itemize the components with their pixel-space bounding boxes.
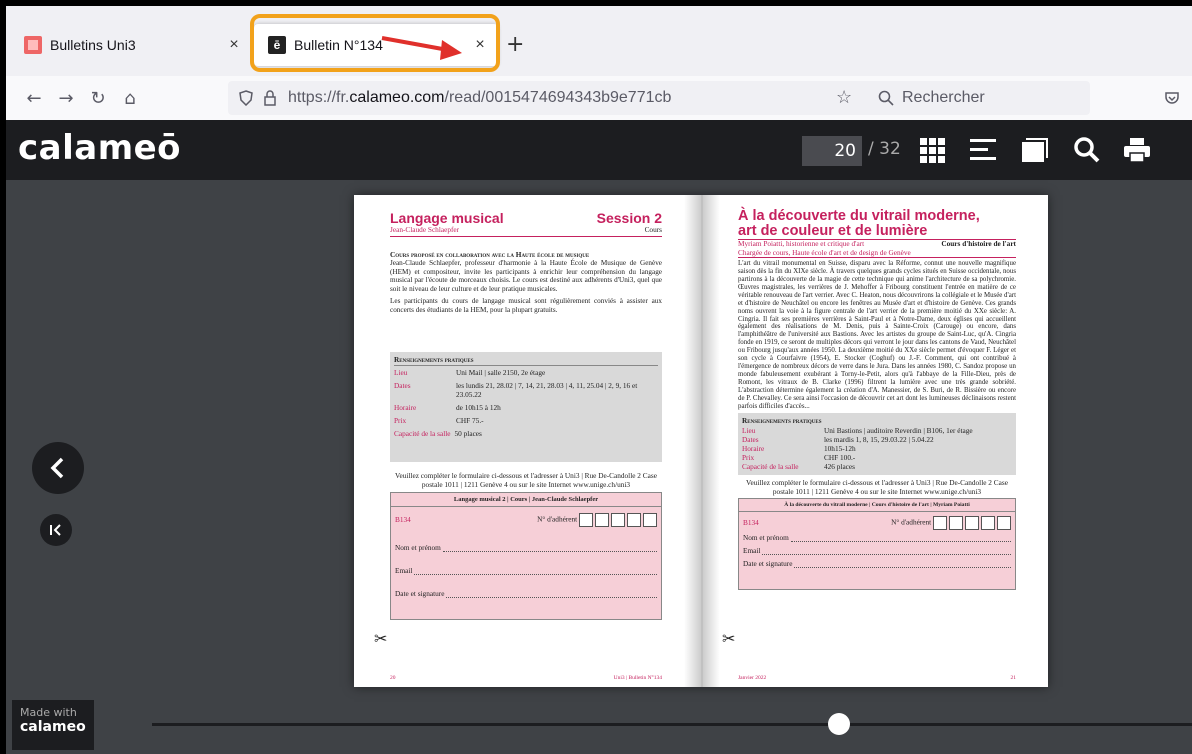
info-row: Prix CHF 100.-	[742, 453, 856, 462]
tab-title: Bulletins Uni3	[50, 37, 136, 53]
right-page: À la découverte du vitrail moderne, art …	[718, 195, 1048, 687]
tab-bulletins-uni3[interactable]: Bulletins Uni3 ×	[14, 24, 252, 66]
registration-form: À la découverte du vitrail moderne | Cou…	[738, 498, 1016, 591]
author-row: Jean-Claude Schlaepfer Cours	[390, 225, 662, 237]
list-icon[interactable]	[968, 136, 998, 164]
lead-text: Cours proposé en collaboration avec la H…	[390, 249, 590, 259]
page-title: Langage musical	[390, 210, 504, 226]
back-icon[interactable]: ←	[18, 88, 50, 109]
paragraph: L'art du vitrail monumental en Suisse, d…	[738, 260, 1016, 410]
name-field[interactable]: Nom et prénom	[739, 530, 1015, 543]
first-page-button[interactable]	[40, 514, 72, 546]
info-row: Dates les mardis 1, 8, 15, 29.03.22 | 5.0…	[742, 435, 934, 444]
info-row: Horaire de 10h15 à 12h	[394, 402, 501, 412]
member-number-boxes[interactable]	[579, 513, 657, 528]
search-input[interactable]: Rechercher	[868, 81, 1090, 115]
viewer-header: calameō 20 / 32	[6, 120, 1192, 180]
scissors-icon: ✂	[374, 631, 388, 648]
form-header: À la découverte du vitrail moderne | Cou…	[739, 499, 1015, 513]
info-row: Horaire 10h15-12h	[742, 444, 856, 453]
first-page-icon	[50, 524, 61, 536]
calameo-logo[interactable]: calameō	[18, 128, 181, 168]
bookmark-star-icon[interactable]: ☆	[836, 87, 852, 108]
book-gutter	[684, 195, 720, 687]
registration-form: Langage musical 2 | Cours | Jean-Claude …	[390, 492, 662, 621]
page-title-row: Langage musical Session 2	[390, 210, 662, 226]
info-box: Renseignements pratiques Lieu Uni Mail | …	[390, 352, 662, 463]
info-row: Lieu Uni Bastions | auditoire Reverdin | …	[742, 426, 973, 435]
scissors-icon: ✂	[722, 631, 736, 648]
page-title: art de couleur et de lumière	[738, 224, 1016, 240]
author-role: Chargée de cours, Haute école d'art et d…	[738, 248, 1016, 259]
info-row: Prix CHF 75.-	[394, 415, 484, 425]
info-row: Lieu Uni Mail | salle 2150, 2e étage	[394, 367, 546, 377]
info-row: Capacité de la salle 50 places	[394, 428, 482, 438]
chevron-left-icon	[50, 457, 64, 479]
form-intro: Veuillez compléter le formulaire ci-dess…	[746, 478, 1008, 496]
tab-bar: Bulletins Uni3 × ē Bulletin N°134 × +	[6, 6, 1192, 76]
page-total: / 32	[868, 139, 901, 159]
folder-icon[interactable]	[1020, 136, 1050, 164]
print-icon[interactable]	[1122, 136, 1152, 164]
home-icon[interactable]: ⌂	[114, 88, 146, 109]
url-text: https://fr.calameo.com/read/001547469434…	[288, 89, 672, 106]
grid-icon[interactable]	[918, 136, 948, 164]
name-field[interactable]: Nom et prénom	[391, 527, 661, 553]
previous-page-button[interactable]	[32, 442, 84, 494]
shield-icon	[239, 90, 253, 106]
info-box: Renseignements pratiques Lieu Uni Bastion…	[738, 413, 1016, 475]
signature-field[interactable]: Date et signature	[739, 555, 1015, 569]
form-intro: Veuillez compléter le formulaire ci-dess…	[395, 471, 657, 489]
info-row: Dates les lundis 21, 28.02 | 7, 14, 21, 2…	[394, 380, 638, 399]
book-spread[interactable]: Langage musical Session 2 Jean-Claude Sc…	[354, 195, 1048, 687]
arrow-annotation-icon	[381, 36, 462, 60]
signature-field[interactable]: Date et signature	[391, 575, 661, 599]
url-bar[interactable]: https://fr.calameo.com/read/001547469434…	[228, 81, 1090, 115]
paragraph: Jean-Claude Schlaepfer, professeur d'har…	[390, 259, 662, 293]
search-icon	[878, 90, 894, 106]
email-field[interactable]: Email	[391, 552, 661, 576]
uni3-favicon-icon	[24, 36, 42, 54]
reload-icon[interactable]: ↻	[82, 88, 114, 109]
page-number: 20	[390, 675, 396, 681]
made-with-calameo-badge[interactable]: Made with calameo	[12, 700, 94, 750]
paragraph: Les participants du cours de langage mus…	[390, 297, 662, 314]
page-slider-handle[interactable]	[828, 713, 850, 735]
page-number: 21	[1010, 675, 1017, 681]
member-number-boxes[interactable]	[933, 516, 1011, 531]
close-icon[interactable]: ×	[222, 36, 246, 54]
session-label: Session 2	[596, 210, 662, 226]
info-row: Capacité de la salle 426 places	[742, 462, 856, 471]
new-tab-button[interactable]: +	[506, 32, 524, 57]
page-footer: Janvier 2022	[738, 675, 767, 681]
search-icon[interactable]	[1072, 136, 1102, 164]
email-field[interactable]: Email	[739, 542, 1015, 556]
lock-icon	[264, 90, 276, 106]
pocket-icon[interactable]	[1164, 90, 1180, 106]
navigation-bar: ← → ↻ ⌂ https://fr.calameo.com/read/0015…	[6, 76, 1192, 120]
forward-icon[interactable]: →	[50, 88, 82, 109]
page-slider-track[interactable]	[152, 723, 1192, 726]
calameo-viewer: calameō 20 / 32 Langage musical Session …	[6, 120, 1192, 754]
page-title: À la découverte du vitrail moderne,	[738, 208, 980, 224]
browser-window: Bulletins Uni3 × ē Bulletin N°134 × + ← …	[6, 6, 1192, 754]
page-footer: Uni3 | Bulletin N°134	[613, 675, 662, 681]
left-page: Langage musical Session 2 Jean-Claude Sc…	[354, 195, 684, 687]
page-number-input[interactable]: 20	[802, 136, 862, 166]
form-header: Langage musical 2 | Cours | Jean-Claude …	[391, 493, 661, 508]
